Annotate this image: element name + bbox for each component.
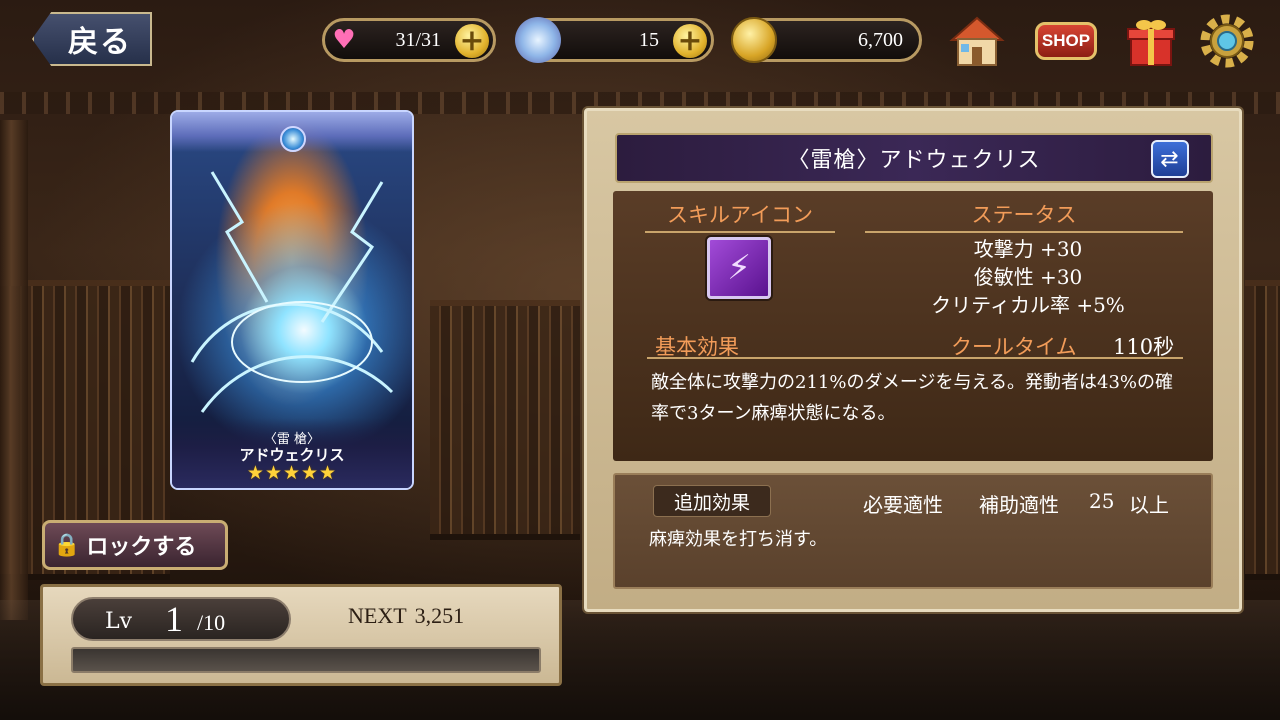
add-stamina-button[interactable]: + bbox=[455, 24, 489, 58]
swap-icon[interactable]: ⇄ bbox=[1151, 140, 1189, 178]
extra-effect-description: 麻痺効果を打ち消す。 bbox=[649, 529, 828, 550]
level-max: /10 bbox=[197, 610, 226, 635]
character-card[interactable]: 〈雷 槍〉 アドウェクリス ★★★★★ bbox=[170, 110, 414, 490]
requirement-type: 補助適性 bbox=[979, 493, 1059, 517]
exp-bar bbox=[71, 647, 541, 673]
back-button[interactable]: 戻る bbox=[32, 12, 152, 66]
crystal-icon bbox=[515, 17, 561, 63]
lock-label: ロックする bbox=[86, 534, 197, 560]
gold-value: 6,700 bbox=[858, 28, 903, 51]
cooldown-label: クールタイム bbox=[951, 335, 1077, 359]
rarity-stars: ★★★★★ bbox=[246, 462, 338, 484]
gem-counter: 15 + bbox=[515, 17, 714, 63]
skill-description: 敵全体に攻撃力の211%のダメージを与える。発動者は43%の確率で3ターン麻痺状… bbox=[651, 372, 1174, 424]
next-label: NEXT bbox=[348, 603, 407, 628]
level-current: 1 bbox=[165, 599, 183, 639]
stamina-value: 31/31 bbox=[395, 28, 441, 51]
padlock-icon: 🔒 bbox=[53, 532, 81, 558]
lock-button[interactable]: 🔒 ロックする bbox=[42, 520, 228, 570]
next-value: 3,251 bbox=[414, 603, 465, 628]
stamina-counter: ♥ 31/31 + bbox=[322, 18, 496, 62]
level-label: Lv bbox=[105, 609, 133, 634]
level-panel: Lv 1 /10 NEXT 3,251 bbox=[40, 584, 562, 686]
extra-effect-box: 追加効果 必要適性 補助適性 25 以上 麻痺効果を打ち消す。 bbox=[613, 473, 1213, 589]
next-exp: NEXT 3,251 bbox=[348, 603, 464, 629]
extra-effect-tag: 追加効果 bbox=[653, 485, 771, 517]
gear-icon[interactable] bbox=[1196, 10, 1258, 72]
basic-effect-label: 基本効果 bbox=[655, 335, 739, 359]
shop-label: SHOP bbox=[1034, 22, 1098, 60]
requirement-value: 25 bbox=[1089, 489, 1115, 513]
heart-icon: ♥ bbox=[332, 25, 356, 55]
gold-coin-icon bbox=[731, 17, 777, 63]
add-gems-button[interactable]: + bbox=[673, 24, 707, 58]
skill-icon-header: スキルアイコン bbox=[645, 199, 835, 233]
gem-value: 15 bbox=[639, 28, 659, 51]
stat-line: 俊敏性 +30 bbox=[973, 265, 1083, 289]
cooldown-value: 110秒 bbox=[1113, 335, 1175, 359]
skill-title-bar: 〈雷槍〉アドウェクリス ⇄ bbox=[615, 133, 1213, 183]
skill-title: 〈雷槍〉アドウェクリス bbox=[787, 148, 1041, 173]
requirement-label: 必要適性 bbox=[863, 493, 943, 517]
bookshelf-center bbox=[430, 300, 580, 540]
lightning-skill-icon[interactable]: ⚡ bbox=[707, 237, 771, 299]
basic-effect-row: 基本効果 クールタイム 110秒 bbox=[647, 331, 1183, 359]
pillar-left bbox=[0, 120, 28, 620]
home-icon[interactable] bbox=[946, 10, 1008, 72]
stat-line: 攻撃力 +30 bbox=[973, 237, 1083, 261]
gift-icon[interactable] bbox=[1120, 10, 1182, 72]
requirement-suffix: 以上 bbox=[1129, 493, 1169, 517]
skill-detail-panel: 〈雷槍〉アドウェクリス ⇄ スキルアイコン ステータス ⚡ 攻撃力 +30 俊敏… bbox=[584, 108, 1242, 612]
shop-icon[interactable]: SHOP bbox=[1028, 10, 1104, 72]
gold-counter: 6,700 bbox=[731, 17, 922, 63]
level-pill: Lv 1 /10 bbox=[71, 597, 291, 641]
stat-line: クリティカル率 +5% bbox=[931, 293, 1125, 317]
bookshelf-right bbox=[1245, 280, 1280, 580]
skill-info-box: スキルアイコン ステータス ⚡ 攻撃力 +30 俊敏性 +30 クリティカル率 … bbox=[613, 191, 1213, 461]
status-header: ステータス bbox=[865, 199, 1183, 233]
